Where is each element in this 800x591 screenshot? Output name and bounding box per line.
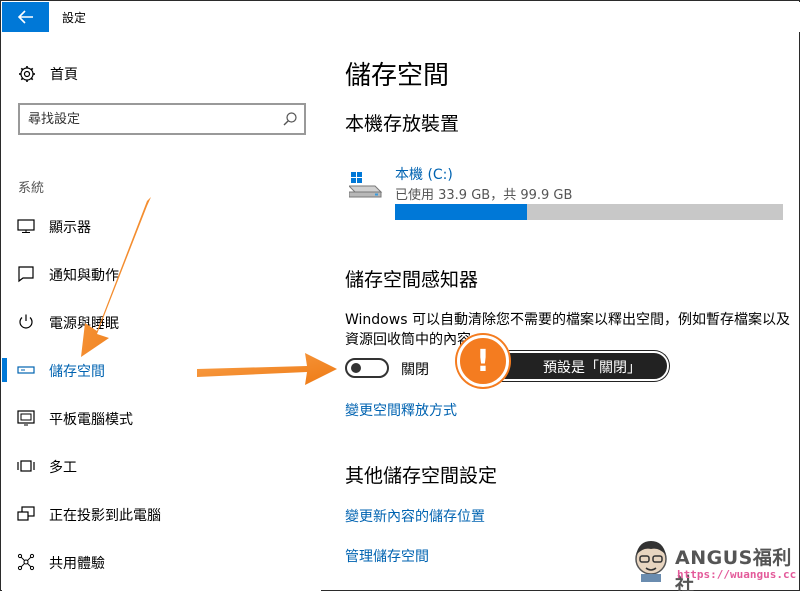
change-save-location-link[interactable]: 變更新內容的儲存位置 [345,506,485,526]
watermark-brand: ANGUS福利社 [675,547,792,591]
monitor-icon [17,217,35,235]
toggle-knob [351,363,361,373]
multitask-icon [17,457,35,475]
tablet-icon [17,409,35,427]
sidebar-item-notifications[interactable]: 通知與動作 [2,254,321,294]
back-button[interactable] [2,2,49,32]
sidebar-item-label: 通知與動作 [49,268,119,284]
watermark: ANGUS福利社 https://wuangus.cc [625,535,797,591]
sidebar-item-label: 正在投影到此電腦 [49,508,161,524]
drive-c-entry[interactable]: 本機 (C:) 已使用 33.9 GB，共 99.9 GB [345,160,785,220]
storage-sense-toggle[interactable] [345,358,389,378]
sidebar-item-shared-experiences[interactable]: 共用體驗 [2,542,321,582]
app-title: 設定 [62,11,87,25]
sidebar-item-label: 多工 [49,460,77,476]
change-free-space-link[interactable]: 變更空間釋放方式 [345,400,457,420]
search-icon[interactable] [282,111,298,127]
drive-usage-fill [395,204,527,220]
toggle-state-label: 關閉 [401,362,429,378]
share-icon [17,553,35,571]
drive-icon [349,172,383,198]
sidebar-item-label: 顯示器 [49,220,91,236]
sidebar-item-projecting[interactable]: 正在投影到此電腦 [2,494,321,534]
storage-sense-heading: 儲存空間感知器 [345,269,479,291]
sidebar-item-tablet-mode[interactable]: 平板電腦模式 [2,398,321,438]
drive-usage: 已使用 33.9 GB，共 99.9 GB [395,188,573,203]
sidebar-item-power[interactable]: 電源與睡眠 [2,302,321,342]
watermark-url: https://wuangus.cc [677,568,797,581]
active-indicator [2,358,7,382]
callout-text: 預設是「關閉」 [543,360,641,376]
sidebar-item-label: 共用體驗 [49,556,105,572]
sidebar-item-display[interactable]: 顯示器 [2,206,321,246]
title-bar: 設定 [2,2,800,32]
default-off-callout: 預設是「關閉」 ! [457,335,671,387]
sidebar-item-multitasking[interactable]: 多工 [2,446,321,486]
page-title: 儲存空間 [345,61,450,91]
search-box[interactable] [18,103,306,135]
sidebar-item-storage[interactable]: 儲存空間 [2,350,321,390]
search-input[interactable] [28,108,278,130]
local-storage-heading: 本機存放裝置 [345,113,460,135]
section-label-system: 系統 [18,181,45,196]
manage-storage-link[interactable]: 管理儲存空間 [345,546,429,566]
drive-usage-bar [395,204,783,220]
sidebar-item-label: 電源與睡眠 [49,316,119,332]
sidebar: 首頁 系統 顯示器 通知與動作 電源與睡眠 [2,32,321,591]
warning-badge-icon: ! [457,335,509,387]
home-link[interactable]: 首頁 [18,64,78,84]
mascot-logo [635,541,667,582]
other-storage-heading: 其他儲存空間設定 [345,465,498,487]
storage-sense-description: Windows 可以自動清除您不需要的檔案以釋出空間，例如暫存檔案以及資源回收筒… [345,312,790,348]
drive-name: 本機 (C:) [395,167,453,183]
main-content: 儲存空間 本機存放裝置 本機 (C:) 已使用 33.9 GB，共 99.9 G… [321,32,800,591]
window-frame: 設定 首頁 系統 [0,0,800,591]
power-icon [17,313,35,331]
sidebar-item-label: 儲存空間 [49,364,105,380]
sidebar-item-label: 平板電腦模式 [49,412,133,428]
notification-icon [17,265,35,283]
gear-icon [19,66,35,82]
project-icon [17,505,35,523]
home-label: 首頁 [50,67,78,83]
storage-icon [17,361,35,379]
back-arrow-icon [17,10,33,24]
